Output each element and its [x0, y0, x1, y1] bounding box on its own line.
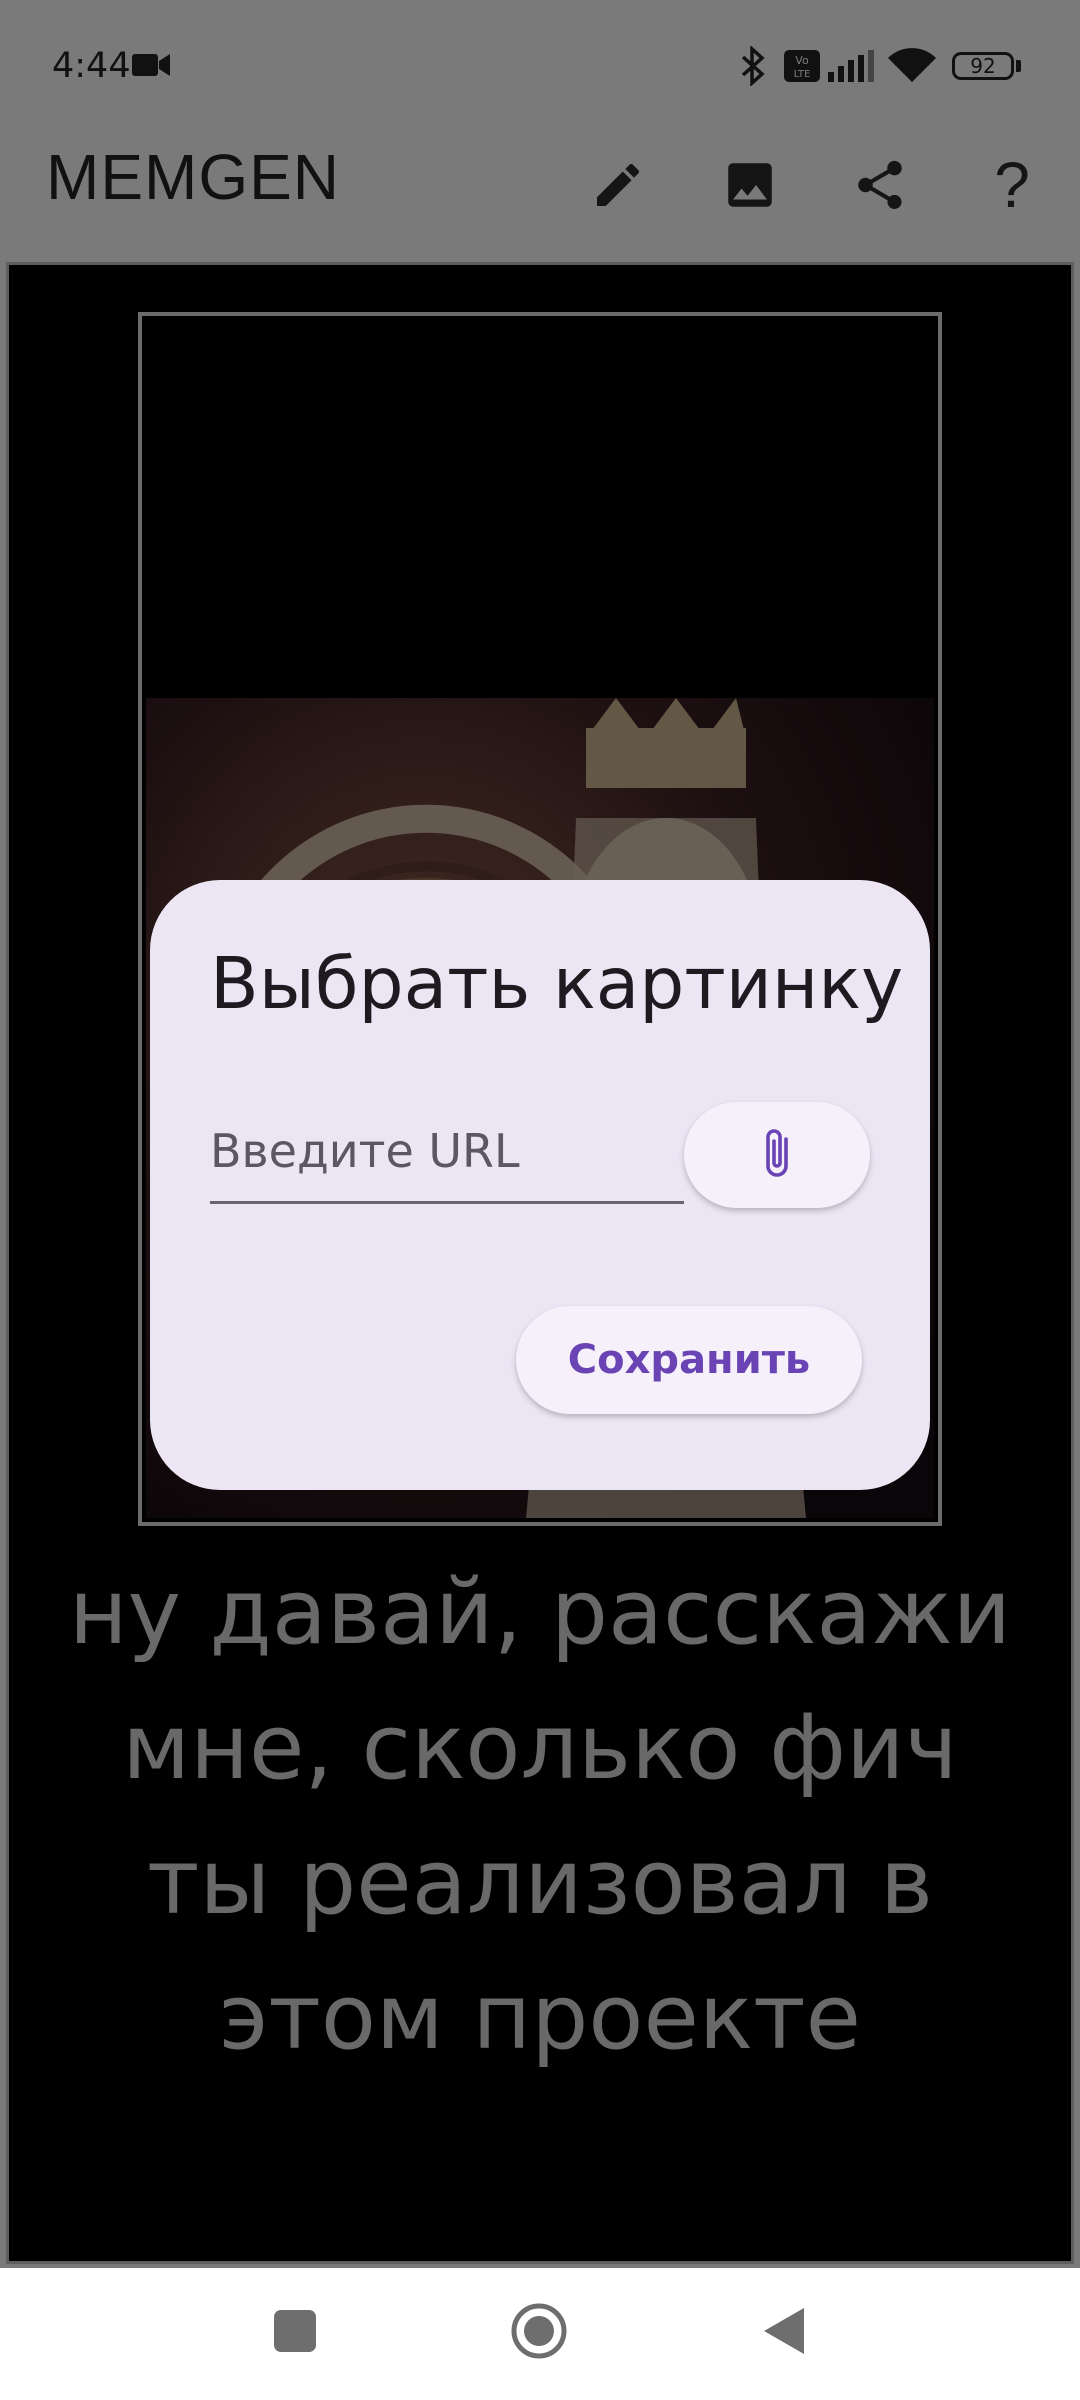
- pick-image-dialog: Выбрать картинку Сохранить: [150, 880, 930, 1490]
- home-icon[interactable]: [510, 2302, 568, 2364]
- navigation-bar: [0, 2268, 1080, 2400]
- back-icon[interactable]: [762, 2306, 806, 2360]
- dialog-title: Выбрать картинку: [210, 942, 904, 1025]
- paperclip-icon: [766, 1129, 788, 1177]
- attach-file-button[interactable]: [684, 1102, 870, 1208]
- recents-icon[interactable]: [274, 2310, 316, 2356]
- url-input[interactable]: [210, 1100, 684, 1204]
- save-button[interactable]: Сохранить: [516, 1306, 862, 1414]
